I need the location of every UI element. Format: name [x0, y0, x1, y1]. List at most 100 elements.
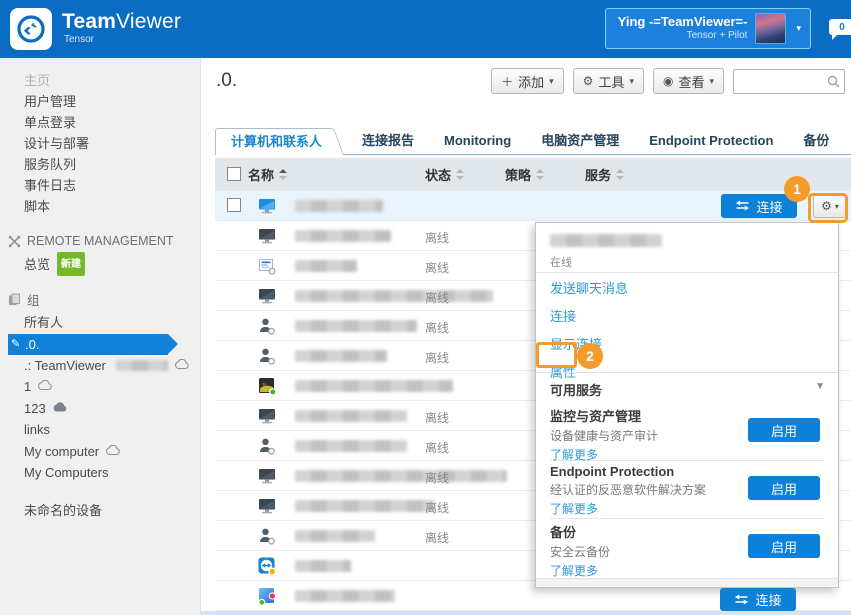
footer-connect-button[interactable]: 连接 — [720, 588, 796, 611]
annotation-step-1: 1 — [784, 176, 810, 202]
service-block: 备份安全云备份了解更多启用 — [550, 521, 824, 577]
status-label: 离线 — [425, 439, 449, 456]
sidebar-nav-item[interactable]: 主页 — [24, 70, 200, 91]
status-label: 离线 — [425, 319, 449, 336]
popup-menu-item-连接[interactable]: 连接 — [550, 306, 576, 325]
redacted-device-name — [295, 530, 375, 542]
teamviewer-logo[interactable] — [10, 8, 52, 50]
status-label: 离线 — [425, 289, 449, 306]
app-header: TeamViewer Tensor Ying -=TeamViewer=- Te… — [0, 0, 851, 58]
sidebar-nav: 主页用户管理单点登录设计与部署服务队列事件日志脚本 — [0, 58, 200, 217]
column-header-name[interactable]: 名称 — [248, 158, 287, 191]
sidebar-item-unnamed-devices[interactable]: 未命名的设备 — [0, 500, 200, 521]
popup-menu-item-发送聊天消息[interactable]: 发送聊天消息 — [550, 278, 628, 297]
chat-counter-badge[interactable]: 0 — [829, 19, 851, 35]
monitor-icon — [257, 226, 277, 246]
sidebar-item-overview[interactable]: 总览 新建 — [0, 252, 200, 276]
status-label: 离线 — [425, 469, 449, 486]
redacted-device-name — [295, 290, 493, 302]
learn-more-link[interactable]: 了解更多 — [550, 562, 598, 579]
account-plan: Tensor + Pilot — [618, 30, 748, 43]
redacted-device-name — [295, 230, 391, 242]
groups-icon — [8, 293, 21, 306]
collapse-caret-icon[interactable]: ▼ — [815, 381, 825, 392]
divider — [536, 272, 838, 273]
connect-label: 连接 — [756, 197, 782, 216]
learn-more-link[interactable]: 了解更多 — [550, 500, 598, 517]
row-gear-dropdown[interactable]: ⚙▾ — [813, 194, 847, 218]
column-label: 状态 — [425, 165, 451, 184]
account-text: Ying -=TeamViewer=- Tensor + Pilot — [618, 14, 748, 43]
redacted-group-name — [116, 360, 168, 371]
bottom-strip — [200, 611, 851, 615]
plus-icon: ＋ — [501, 73, 513, 90]
tab-备份[interactable]: 备份 — [788, 128, 844, 154]
status-label: 离线 — [425, 499, 449, 516]
gear-icon: ⚙ — [821, 199, 832, 213]
redacted-device-name — [295, 200, 383, 212]
add-button[interactable]: ＋ 添加 ▾ — [491, 68, 564, 94]
sidebar-group-item[interactable]: 123 — [0, 398, 200, 420]
view-button-label: 查看 — [678, 72, 704, 91]
tab-连接报告[interactable]: 连接报告 — [347, 128, 429, 154]
enable-button[interactable]: 启用 — [748, 476, 820, 500]
search-box — [733, 69, 845, 94]
column-header-policy[interactable]: 策略 — [505, 158, 544, 191]
contact-icon — [257, 346, 277, 366]
sidebar-group-item[interactable]: .: TeamViewer — [0, 355, 200, 377]
select-all-checkbox[interactable] — [227, 167, 241, 181]
group-label: links — [24, 419, 50, 441]
group-label: 所有人 — [24, 312, 63, 334]
group-label: My computer — [24, 441, 99, 463]
account-avatar — [755, 13, 786, 44]
avatar-busy-icon — [257, 586, 277, 606]
tools-button[interactable]: ⚙ 工具 ▾ — [573, 68, 644, 94]
sidebar-nav-item[interactable]: 脚本 — [24, 196, 200, 217]
tab-Endpoint Protection[interactable]: Endpoint Protection — [634, 128, 788, 154]
row-connect-button[interactable]: 连接 — [721, 194, 797, 218]
brand-title: TeamViewer — [62, 10, 181, 34]
tab-Monitoring[interactable]: Monitoring — [429, 128, 526, 154]
tab-bar: 计算机和联系人连接报告Monitoring电脑资产管理Endpoint Prot… — [215, 128, 851, 155]
sidebar-group-item[interactable]: 所有人 — [0, 312, 200, 334]
teamviewer-console: TeamViewer Tensor Ying -=TeamViewer=- Te… — [0, 0, 851, 615]
service-block: 监控与资产管理设备健康与资产审计了解更多启用 — [550, 405, 824, 461]
redacted-device-name — [295, 260, 357, 272]
chevron-down-icon: ▾ — [629, 76, 634, 87]
column-header-service[interactable]: 服务 — [585, 158, 624, 191]
enable-button[interactable]: 启用 — [748, 534, 820, 558]
group-label: 1 — [24, 376, 31, 398]
view-button[interactable]: ◉ 查看 ▾ — [653, 68, 724, 94]
learn-more-link[interactable]: 了解更多 — [550, 446, 598, 463]
cloud-icon — [105, 441, 121, 463]
sidebar-group-item[interactable]: My Computers — [0, 462, 200, 484]
account-name: Ying -=TeamViewer=- — [618, 14, 748, 30]
column-label: 服务 — [585, 165, 611, 184]
tab-电脑资产管理[interactable]: 电脑资产管理 — [526, 128, 634, 154]
sidebar-group-item[interactable]: ✎.0. — [8, 334, 168, 355]
group-label: .0. — [25, 334, 39, 355]
sidebar-nav-item[interactable]: 单点登录 — [24, 112, 200, 133]
row-checkbox[interactable] — [227, 198, 241, 212]
remote-management-section: REMOTE MANAGEMENT — [0, 234, 200, 248]
sidebar-group-item[interactable]: 1 — [0, 376, 200, 398]
tab-计算机和联系人[interactable]: 计算机和联系人 — [215, 128, 331, 155]
sidebar-nav-item[interactable]: 服务队列 — [24, 154, 200, 175]
account-menu[interactable]: Ying -=TeamViewer=- Tensor + Pilot ▾ — [605, 8, 811, 49]
redacted-device-name — [295, 350, 387, 362]
sort-icon — [616, 169, 624, 180]
teamviewer-logo-icon — [16, 14, 46, 44]
group-label: .: TeamViewer — [24, 355, 106, 377]
sidebar-nav-item[interactable]: 事件日志 — [24, 175, 200, 196]
sidebar-group-item[interactable]: links — [0, 419, 200, 441]
contact-icon — [257, 526, 277, 546]
column-header-status[interactable]: 状态 — [425, 158, 464, 191]
sidebar-group-item[interactable]: My computer — [0, 441, 200, 463]
service-case-icon — [257, 256, 277, 276]
cloud-icon — [37, 376, 53, 398]
table-row[interactable]: 连接 ⚙▾ — [215, 191, 851, 221]
enable-button[interactable]: 启用 — [748, 418, 820, 442]
sidebar-nav-item[interactable]: 用户管理 — [24, 91, 200, 112]
status-label: 离线 — [425, 229, 449, 246]
sidebar-nav-item[interactable]: 设计与部署 — [24, 133, 200, 154]
